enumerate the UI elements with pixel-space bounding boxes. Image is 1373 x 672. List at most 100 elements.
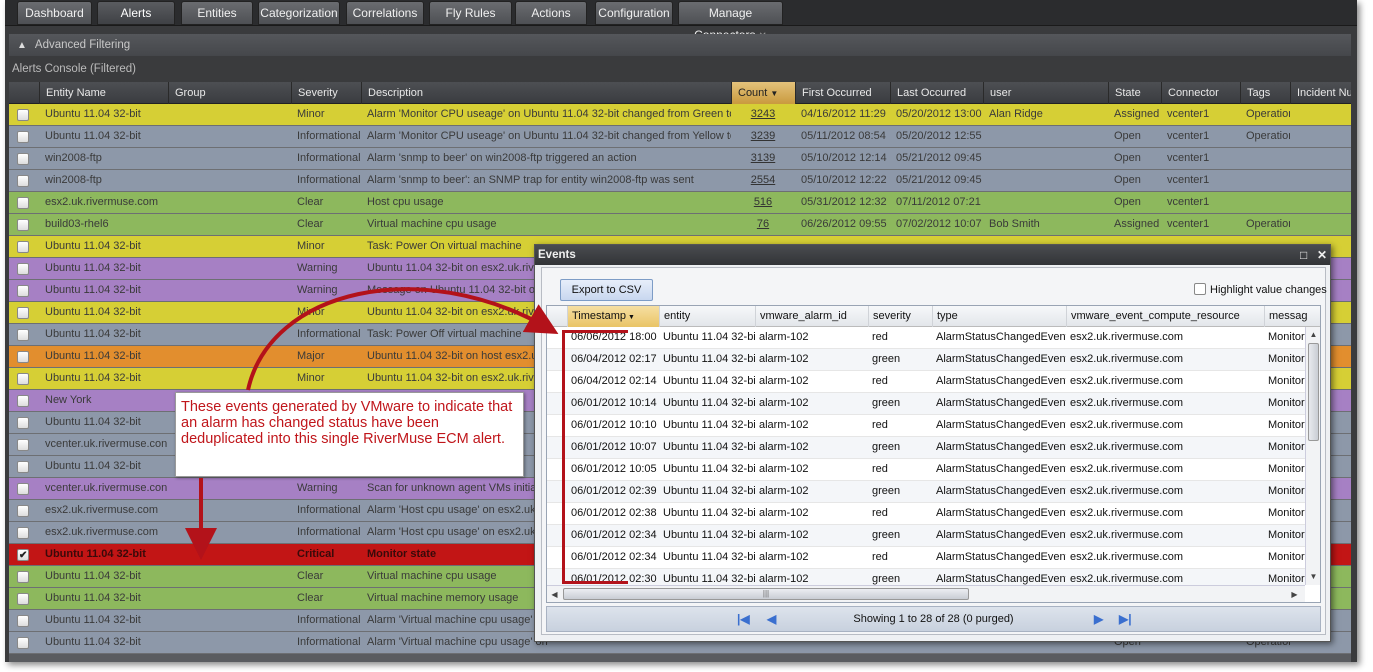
row-checkbox[interactable] [17,505,29,517]
cell-count[interactable]: 3243 [731,104,795,125]
row-checkbox[interactable] [17,483,29,495]
tab-configuration[interactable]: Configuration [595,1,673,25]
alert-row[interactable]: build03-rhel6 Clear Virtual machine cpu us… [9,214,1351,236]
scroll-down-icon[interactable]: ▼ [1308,571,1319,582]
event-row[interactable]: 06/01/2012 10:10 Ubuntu 11.04 32-bit alarm… [547,415,1305,437]
tab-categorization[interactable]: Categorization [258,1,340,25]
cell-entity: win2008-ftp [45,174,102,186]
vertical-scrollbar[interactable]: ▲ ▼ [1305,327,1320,585]
column-header-count[interactable]: Count ▼ [731,82,795,104]
row-checkbox[interactable] [17,285,29,297]
row-checkbox[interactable] [17,329,29,341]
event-column-severity[interactable]: severity [868,306,932,327]
scroll-up-icon[interactable]: ▲ [1308,329,1319,340]
tab-entities[interactable]: Entities [181,1,253,25]
column-header-entity-name[interactable]: Entity Name [39,82,168,104]
close-icon[interactable]: ✕ [1317,245,1327,265]
event-column-vmware-event-compute-resource[interactable]: vmware_event_compute_resource [1066,306,1264,327]
last-page-icon[interactable]: ▶| [1119,612,1132,626]
event-column-messag[interactable]: messag [1264,306,1320,327]
tab-manage-connectors[interactable]: Manage Connectors✕ [678,1,783,42]
event-row[interactable]: 06/01/2012 02:34 Ubuntu 11.04 32-bit alarm… [547,525,1305,547]
event-cell-type: AlarmStatusChangedEvent [936,463,1066,475]
cell-count[interactable]: 2554 [731,170,795,191]
event-column-vmware-alarm-id[interactable]: vmware_alarm_id [755,306,868,327]
highlight-checkbox[interactable] [1194,283,1206,295]
event-row[interactable]: 06/01/2012 10:14 Ubuntu 11.04 32-bit alarm… [547,393,1305,415]
column-header-incident-num[interactable]: Incident Num [1290,82,1351,104]
row-checkbox[interactable] [17,241,29,253]
event-column-type[interactable]: type [932,306,1066,327]
row-checkbox[interactable] [17,461,29,473]
alert-row[interactable]: Ubuntu 11.04 32-bit Minor Alarm 'Monitor C… [9,104,1351,126]
column-header-user[interactable]: user [983,82,1108,104]
event-row[interactable]: 06/01/2012 10:07 Ubuntu 11.04 32-bit alarm… [547,437,1305,459]
event-cell-severity: red [872,331,888,343]
cell-count[interactable]: 76 [731,214,795,235]
chevron-up-icon[interactable]: ▲ [17,35,27,57]
scroll-right-icon[interactable]: ▶ [1289,589,1300,600]
column-header-last-occurred[interactable]: Last Occurred [890,82,983,104]
column-header-tags[interactable]: Tags [1240,82,1290,104]
event-column-timestamp[interactable]: Timestamp ▼ [567,306,659,327]
highlight-value-changes-toggle[interactable]: Highlight value changes [1194,283,1327,297]
column-header-connector[interactable]: Connector [1161,82,1240,104]
scroll-left-icon[interactable]: ◀ [549,589,560,600]
row-checkbox[interactable] [17,197,29,209]
maximize-icon[interactable]: □ [1300,245,1307,265]
advanced-filtering-bar[interactable]: ▲ Advanced Filtering [9,34,1351,56]
alert-row[interactable]: esx2.uk.rivermuse.com Clear Host cpu usage… [9,192,1351,214]
event-row[interactable]: 06/04/2012 02:14 Ubuntu 11.04 32-bit alarm… [547,371,1305,393]
alert-row[interactable]: win2008-ftp Informational Alarm 'snmp to b… [9,170,1351,192]
column-header-group[interactable]: Group [168,82,291,104]
row-checkbox[interactable] [17,175,29,187]
export-csv-button[interactable]: Export to CSV [560,279,653,301]
event-row[interactable]: 06/01/2012 02:39 Ubuntu 11.04 32-bit alarm… [547,481,1305,503]
event-column-entity[interactable]: entity [659,306,755,327]
event-cell-type: AlarmStatusChangedEvent [936,331,1066,343]
row-checkbox[interactable] [17,307,29,319]
cell-tags: Operation [1246,218,1290,230]
events-window-titlebar[interactable]: Events □ ✕ [535,245,1330,265]
next-page-icon[interactable]: ▶ [1094,612,1103,626]
row-checkbox[interactable] [17,571,29,583]
row-checkbox[interactable] [17,395,29,407]
event-row[interactable]: 06/01/2012 02:38 Ubuntu 11.04 32-bit alarm… [547,503,1305,525]
column-header-description[interactable]: Description [361,82,731,104]
row-checkbox[interactable] [17,109,29,121]
event-row[interactable]: 06/06/2012 18:00 Ubuntu 11.04 32-bit alarm… [547,327,1305,349]
event-row[interactable]: 06/01/2012 02:34 Ubuntu 11.04 32-bit alarm… [547,547,1305,569]
cell-entity: Ubuntu 11.04 32-bit [45,350,141,362]
row-checkbox[interactable] [17,219,29,231]
vertical-scroll-thumb[interactable] [1308,343,1319,441]
row-checkbox[interactable] [17,153,29,165]
event-row[interactable]: 06/04/2012 02:17 Ubuntu 11.04 32-bit alarm… [547,349,1305,371]
cell-count[interactable]: 3239 [731,126,795,147]
cell-count[interactable]: 3139 [731,148,795,169]
row-checkbox[interactable] [17,417,29,429]
event-row[interactable]: 06/01/2012 10:05 Ubuntu 11.04 32-bit alarm… [547,459,1305,481]
row-checkbox[interactable] [17,373,29,385]
row-checkbox[interactable] [17,439,29,451]
row-checkbox[interactable] [17,593,29,605]
row-checkbox[interactable] [17,527,29,539]
column-header-severity[interactable]: Severity [291,82,361,104]
row-checkbox[interactable] [17,615,29,627]
row-checkbox[interactable] [17,637,29,649]
row-checkbox[interactable] [17,131,29,143]
cell-count[interactable]: 516 [731,192,795,213]
row-checkbox[interactable] [17,263,29,275]
horizontal-scroll-thumb[interactable]: ||| [563,588,969,600]
tab-alerts[interactable]: Alerts [97,1,175,25]
tab-fly-rules[interactable]: Fly Rules [429,1,512,25]
tab-correlations[interactable]: Correlations [346,1,424,25]
tab-dashboard[interactable]: Dashboard [17,1,92,25]
row-checkbox[interactable] [17,549,29,561]
horizontal-scrollbar[interactable]: ◀ ||| ▶ [547,585,1305,602]
row-checkbox[interactable] [17,351,29,363]
tab-actions[interactable]: Actions [515,1,587,25]
alert-row[interactable]: Ubuntu 11.04 32-bit Informational Alarm 'M… [9,126,1351,148]
column-header-state[interactable]: State [1108,82,1161,104]
column-header-first-occurred[interactable]: First Occurred [795,82,890,104]
alert-row[interactable]: win2008-ftp Informational Alarm 'snmp to b… [9,148,1351,170]
